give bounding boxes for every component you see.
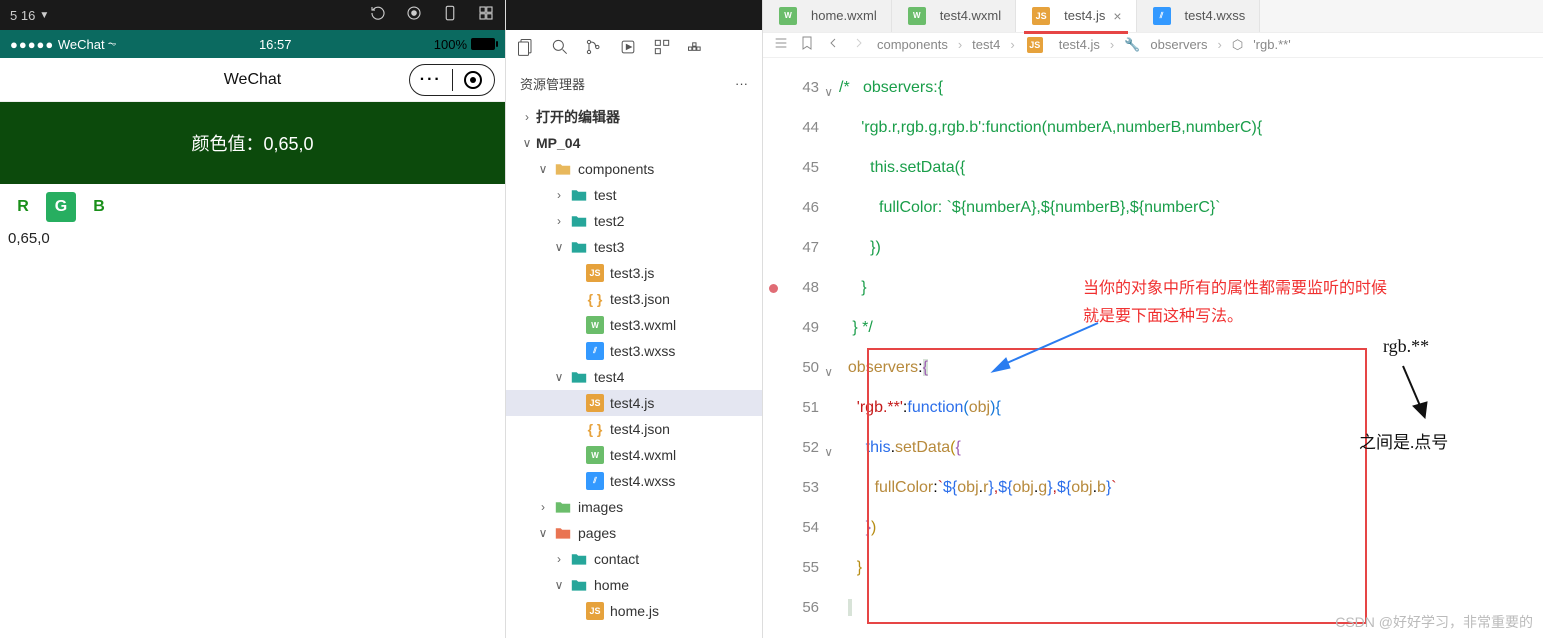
rgb-label: rgb.** <box>1383 336 1429 357</box>
record-icon[interactable] <box>405 4 423 27</box>
extensions-icon[interactable] <box>652 37 672 60</box>
file-test3-wxml[interactable]: Wtest3.wxml <box>506 312 762 338</box>
project-root[interactable]: ∨MP_04 <box>506 130 762 156</box>
folder-components[interactable]: ∨components <box>506 156 762 182</box>
folder-test2[interactable]: ›test2 <box>506 208 762 234</box>
file-test4-wxml[interactable]: Wtest4.wxml <box>506 442 762 468</box>
more-icon[interactable]: ··· <box>735 76 748 91</box>
code-body[interactable]: /* observers:{ 'rgb.r,rgb.g,rgb.b':funct… <box>829 58 1543 638</box>
line-gutter: 43∨ 44454647 48 49 50∨ 51 52∨ 53545556 <box>763 58 829 638</box>
r-button[interactable]: R <box>8 192 38 222</box>
explorer-title: 资源管理器··· <box>506 66 762 100</box>
tab-test4-wxml[interactable]: Wtest4.wxml <box>892 0 1016 32</box>
tab-test4-js[interactable]: JStest4.js× <box>1016 0 1136 32</box>
explorer-toolbar <box>506 30 762 66</box>
file-home-js[interactable]: JShome.js <box>506 598 762 624</box>
bookmark-icon[interactable] <box>799 35 815 54</box>
folder-test4[interactable]: ∨test4 <box>506 364 762 390</box>
refresh-icon[interactable] <box>369 4 387 27</box>
folder-test3[interactable]: ∨test3 <box>506 234 762 260</box>
file-test3-json[interactable]: { }test3.json <box>506 286 762 312</box>
menu-icon[interactable]: ··· <box>410 71 452 89</box>
rgb-buttons: R G B <box>0 184 505 230</box>
color-display: 颜色值：0,65,0 <box>0 102 505 184</box>
editor-tabs: Whome.wxml Wtest4.wxml JStest4.js× ⫽test… <box>763 0 1543 33</box>
simulator-toolbar: 5 16▼ <box>0 0 505 30</box>
mobile-icon[interactable] <box>441 4 459 27</box>
close-icon[interactable] <box>453 71 495 89</box>
code-editor[interactable]: 43∨ 44454647 48 49 50∨ 51 52∨ 53545556 /… <box>763 58 1543 638</box>
folder-images[interactable]: ›images <box>506 494 762 520</box>
file-test3-wxss[interactable]: ⫽test3.wxss <box>506 338 762 364</box>
b-button[interactable]: B <box>84 192 114 222</box>
folder-pages[interactable]: ∨pages <box>506 520 762 546</box>
phone-status-bar: ●●●●● WeChat ⏦ 16:57 100% <box>0 30 505 58</box>
windows-icon[interactable] <box>477 4 495 27</box>
file-test4-wxss[interactable]: ⫽test4.wxss <box>506 468 762 494</box>
cube-icon: ⬡ <box>1232 37 1243 53</box>
file-test3-js[interactable]: JStest3.js <box>506 260 762 286</box>
debug-icon[interactable] <box>618 37 638 60</box>
git-icon[interactable] <box>584 37 604 60</box>
rgb-value-text: 0,65,0 <box>0 230 505 247</box>
dot-label: 之间是.点号 <box>1359 428 1448 453</box>
close-icon[interactable]: × <box>1113 8 1121 24</box>
list-icon[interactable] <box>773 35 789 54</box>
capsule-menu[interactable]: ··· <box>409 64 495 96</box>
g-button[interactable]: G <box>46 192 76 222</box>
docker-icon[interactable] <box>686 37 706 60</box>
folder-test[interactable]: ›test <box>506 182 762 208</box>
editor-panel: Whome.wxml Wtest4.wxml JStest4.js× ⫽test… <box>763 0 1543 638</box>
explorer-panel: 资源管理器··· ›打开的编辑器 ∨MP_04 ∨components ›tes… <box>505 0 763 638</box>
open-editors-section[interactable]: ›打开的编辑器 <box>506 104 762 130</box>
forward-icon[interactable] <box>851 35 867 54</box>
tab-test4-wxss[interactable]: ⫽test4.wxss <box>1137 0 1261 32</box>
page-title: WeChat <box>224 71 282 89</box>
wrench-icon: 🔧 <box>1124 37 1140 53</box>
black-arrow-icon <box>1395 362 1435 422</box>
search-icon[interactable] <box>550 37 570 60</box>
back-icon[interactable] <box>825 35 841 54</box>
annotation-line1: 当你的对象中所有的属性都需要监听的时候 <box>1083 274 1387 298</box>
file-test4-json[interactable]: { }test4.json <box>506 416 762 442</box>
device-selector[interactable]: 5 16▼ <box>10 8 49 23</box>
tab-home-wxml[interactable]: Whome.wxml <box>763 0 892 32</box>
blue-arrow-icon <box>988 318 1108 378</box>
breadcrumb: components› test4› JStest4.js› 🔧observer… <box>763 33 1543 58</box>
simulator-panel: 5 16▼ ●●●●● WeChat ⏦ 16:57 100% WeChat ·… <box>0 0 505 638</box>
file-test4-js[interactable]: JStest4.js <box>506 390 762 416</box>
watermark: CSDN @好好学习，非常重要的 <box>1335 612 1533 632</box>
file-tree: ›打开的编辑器 ∨MP_04 ∨components ›test ›test2 … <box>506 100 762 628</box>
folder-home[interactable]: ∨home <box>506 572 762 598</box>
folder-contact[interactable]: ›contact <box>506 546 762 572</box>
phone-nav-bar: WeChat ··· <box>0 58 505 102</box>
files-icon[interactable] <box>516 37 536 60</box>
